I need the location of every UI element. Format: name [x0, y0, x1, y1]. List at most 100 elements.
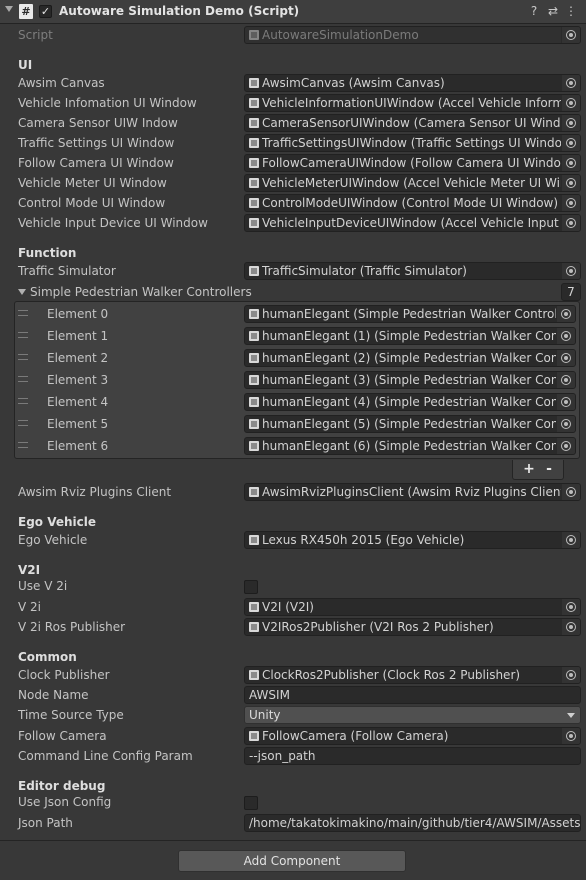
object-icon — [249, 218, 259, 228]
add-component-button[interactable]: Add Component — [178, 850, 406, 872]
object-icon — [249, 670, 259, 680]
awsim-canvas-field[interactable]: AwsimCanvas (Awsim Canvas) — [244, 74, 581, 92]
object-icon — [249, 375, 259, 385]
control-mode-window-field[interactable]: ControlModeUIWindow (Control Mode UI Win… — [244, 194, 581, 212]
list-item: Element 1 humanElegant (1) (Simple Pedes… — [15, 325, 580, 347]
list-item: Element 5 humanElegant (5) (Simple Pedes… — [15, 413, 580, 435]
ego-vehicle-field[interactable]: Lexus RX450h 2015 (Ego Vehicle) — [244, 531, 581, 549]
object-picker-icon[interactable] — [556, 394, 575, 410]
field-label: Ego Vehicle — [18, 533, 88, 547]
walker-element-field[interactable]: humanElegant (5) (Simple Pedestrian Walk… — [244, 415, 576, 433]
section-ui: UI — [18, 58, 33, 72]
component-header: # ✓ Autoware Simulation Demo (Script) ? … — [0, 0, 586, 24]
follow-camera-field[interactable]: FollowCamera (Follow Camera) — [244, 727, 581, 745]
drag-handle-icon[interactable] — [18, 354, 28, 360]
time-source-dropdown[interactable]: Unity — [244, 706, 581, 724]
list-item: Element 4 humanElegant (4) (Simple Pedes… — [15, 391, 580, 413]
camera-sensor-window-field[interactable]: CameraSensorUIWindow (Camera Sensor UI W… — [244, 114, 581, 132]
rviz-plugins-client-field[interactable]: AwsimRvizPluginsClient (Awsim Rviz Plugi… — [244, 483, 581, 501]
drag-handle-icon[interactable] — [18, 332, 28, 338]
object-picker-icon[interactable] — [561, 135, 580, 151]
walker-element-field[interactable]: humanElegant (1) (Simple Pedestrian Walk… — [244, 327, 576, 345]
v2i-field[interactable]: V2I (V2I) — [244, 598, 581, 616]
traffic-settings-window-field[interactable]: TrafficSettingsUIWindow (Traffic Setting… — [244, 134, 581, 152]
field-label: Use Json Config — [18, 795, 112, 809]
menu-icon[interactable]: ⋮ — [564, 4, 578, 18]
use-json-config-checkbox[interactable] — [244, 796, 258, 810]
object-picker-icon[interactable] — [561, 263, 580, 279]
follow-camera-window-field[interactable]: FollowCameraUIWindow (Follow Camera UI W… — [244, 154, 581, 172]
field-label: Control Mode UI Window — [18, 196, 166, 210]
vehicle-input-device-window-field[interactable]: VehicleInputDeviceUIWindow (Accel Vehicl… — [244, 214, 581, 232]
presets-icon[interactable]: ⇄ — [546, 4, 560, 18]
walker-element-field[interactable]: humanElegant (Simple Pedestrian Walker C… — [244, 305, 576, 323]
object-picker-icon[interactable] — [561, 667, 580, 683]
node-name-input[interactable]: AWSIM — [244, 686, 581, 704]
remove-element-button[interactable]: - — [540, 461, 558, 477]
object-picker-icon[interactable] — [561, 532, 580, 548]
object-picker-icon[interactable] — [561, 175, 580, 191]
object-icon — [249, 78, 259, 88]
object-picker-icon[interactable] — [556, 438, 575, 454]
field-label: Node Name — [18, 688, 89, 702]
object-picker-icon[interactable] — [556, 306, 575, 322]
object-picker-icon[interactable] — [556, 416, 575, 432]
divider — [0, 840, 586, 841]
field-label: Camera Sensor UIW Indow — [18, 116, 178, 130]
walker-element-field[interactable]: humanElegant (2) (Simple Pedestrian Walk… — [244, 349, 576, 367]
json-path-input[interactable]: /home/takatokimakino/main/github/tier4/A… — [244, 814, 581, 832]
field-label: Awsim Canvas — [18, 76, 105, 90]
object-picker-icon[interactable] — [561, 155, 580, 171]
object-picker-icon[interactable] — [561, 484, 580, 500]
drag-handle-icon[interactable] — [18, 310, 28, 316]
object-picker-icon[interactable] — [556, 372, 575, 388]
enable-checkbox[interactable]: ✓ — [39, 5, 52, 18]
object-picker-icon[interactable] — [556, 350, 575, 366]
object-icon — [249, 118, 259, 128]
clock-publisher-field[interactable]: ClockRos2Publisher (Clock Ros 2 Publishe… — [244, 666, 581, 684]
add-element-button[interactable]: + — [520, 461, 538, 477]
walker-element-field[interactable]: humanElegant (6) (Simple Pedestrian Walk… — [244, 437, 576, 455]
walker-element-field[interactable]: humanElegant (4) (Simple Pedestrian Walk… — [244, 393, 576, 411]
drag-handle-icon[interactable] — [18, 442, 28, 448]
chevron-down-icon — [567, 713, 575, 718]
walkers-list-label[interactable]: Simple Pedestrian Walker Controllers — [30, 284, 252, 300]
object-picker-icon[interactable] — [561, 95, 580, 111]
drag-handle-icon[interactable] — [18, 398, 28, 404]
field-label: Traffic Simulator — [18, 264, 116, 278]
list-item: Element 6 humanElegant (6) (Simple Pedes… — [15, 435, 580, 457]
object-icon — [249, 178, 259, 188]
object-icon — [249, 158, 259, 168]
list-item: Element 0 humanElegant (Simple Pedestria… — [15, 303, 580, 325]
object-picker-icon[interactable] — [561, 599, 580, 615]
section-function: Function — [18, 246, 77, 260]
object-picker-icon[interactable] — [561, 115, 580, 131]
object-picker-icon — [561, 27, 580, 43]
command-line-param-input[interactable]: --json_path — [244, 747, 581, 765]
object-picker-icon[interactable] — [561, 728, 580, 744]
section-v2i: V2I — [18, 563, 41, 577]
vehicle-information-window-field[interactable]: VehicleInformationUIWindow (Accel Vehicl… — [244, 94, 581, 112]
field-label: Traffic Settings UI Window — [18, 136, 175, 150]
object-picker-icon[interactable] — [561, 75, 580, 91]
section-editor-debug: Editor debug — [18, 779, 106, 793]
help-icon[interactable]: ? — [527, 4, 541, 18]
list-size-field[interactable]: 7 — [561, 283, 581, 301]
field-label: Awsim Rviz Plugins Client — [18, 485, 172, 499]
vehicle-meter-window-field[interactable]: VehicleMeterUIWindow (Accel Vehicle Mete… — [244, 174, 581, 192]
object-picker-icon[interactable] — [561, 195, 580, 211]
walker-element-field[interactable]: humanElegant (3) (Simple Pedestrian Walk… — [244, 371, 576, 389]
list-add-remove: + - — [512, 460, 564, 480]
fold-arrow-icon[interactable] — [5, 6, 13, 12]
object-icon — [249, 441, 259, 451]
object-picker-icon[interactable] — [561, 215, 580, 231]
list-fold-arrow-icon[interactable] — [18, 289, 26, 295]
field-label: Follow Camera UI Window — [18, 156, 174, 170]
object-picker-icon[interactable] — [556, 328, 575, 344]
use-v2i-checkbox[interactable] — [244, 580, 258, 594]
drag-handle-icon[interactable] — [18, 420, 28, 426]
traffic-simulator-field[interactable]: TrafficSimulator (Traffic Simulator) — [244, 262, 581, 280]
object-picker-icon[interactable] — [561, 619, 580, 635]
drag-handle-icon[interactable] — [18, 376, 28, 382]
v2i-ros-publisher-field[interactable]: V2IRos2Publisher (V2I Ros 2 Publisher) — [244, 618, 581, 636]
